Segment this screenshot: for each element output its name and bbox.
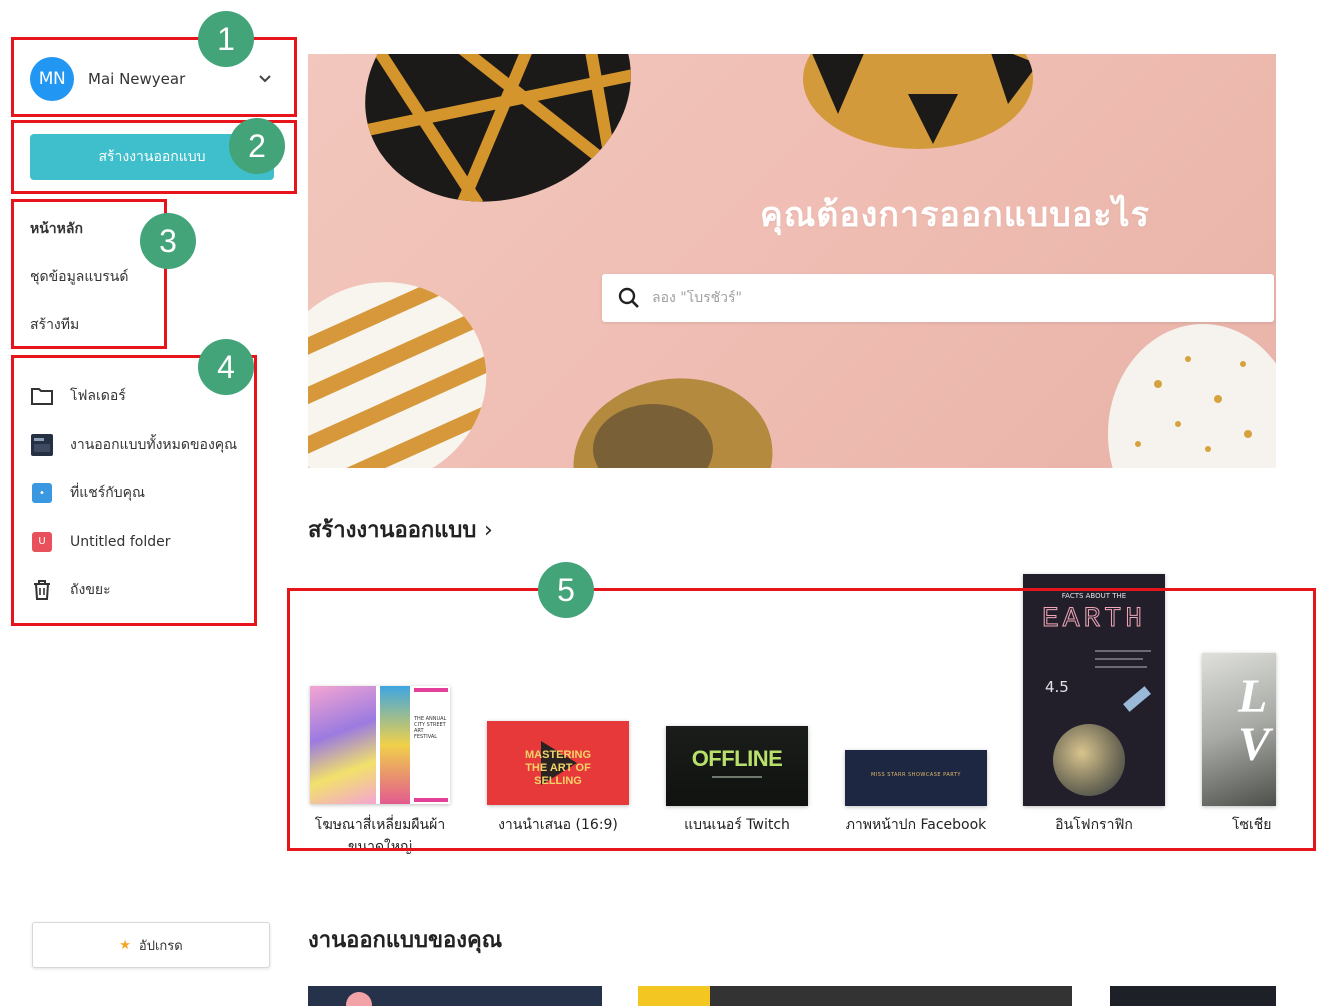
chevron-down-icon[interactable] [256,69,274,87]
folder-item-trash[interactable]: ถังขยะ [30,566,255,615]
nav-create-team[interactable]: สร้างทีม [30,301,128,349]
easter-eggs-illustration [308,54,1276,468]
template-label: งานนำเสนอ (16:9) [498,817,618,833]
my-designs-title: งานออกแบบของคุณ [308,928,503,953]
shared-icon: • [30,481,54,505]
main-nav: หน้าหลัก ชุดข้อมูลแบรนด์ สร้างทีม [30,205,128,349]
template-thumbnail: THE ANNUAL CITY STREET ART FESTIVAL [310,686,450,804]
template-label: อินโฟกราฟิก [1055,817,1133,833]
template-search[interactable] [602,274,1274,322]
template-label: ภาพหน้าปก Facebook [845,817,987,833]
folder-item-label: งานออกแบบทั้งหมดของคุณ [70,436,238,453]
hero-title: คุณต้องการออกแบบอะไร [760,195,1150,235]
hero-banner: คุณต้องการออกแบบอะไร [308,54,1276,468]
template-thumbnail: MASTERING THE ART OF SELLING [487,721,629,805]
annotation-badge-4: 4 [198,339,254,395]
designs-icon [30,433,54,457]
folder-icon [30,384,54,408]
design-card[interactable] [1110,986,1276,1006]
star-icon: ★ [119,937,131,953]
annotation-badge-1: 1 [198,11,254,67]
design-card[interactable] [308,986,602,1006]
template-label: แบนเนอร์ Twitch [684,817,790,833]
annotation-badge-5: 5 [538,562,594,618]
create-design-title: สร้างงานออกแบบ [308,518,477,543]
template-thumbnail: MISS STARR SHOWCASE PARTY [845,750,987,806]
folder-item-all-designs[interactable]: งานออกแบบทั้งหมดของคุณ [30,421,255,470]
create-design-heading[interactable]: สร้างงานออกแบบ › [308,512,493,547]
upgrade-button[interactable]: ★ อัปเกรด [32,922,270,968]
nav-home[interactable]: หน้าหลัก [30,205,128,253]
folder-item-shared[interactable]: • ที่แชร์กับคุณ [30,469,255,518]
folder-item-untitled[interactable]: U Untitled folder [30,518,255,567]
template-thumbnail: LV [1202,653,1276,806]
annotation-badge-3: 3 [140,213,196,269]
user-name: Mai Newyear [88,70,186,88]
folder-item-label: ถังขยะ [70,582,111,599]
design-card[interactable] [638,986,1072,1006]
template-thumbnail: FACTS ABOUT THE EARTH 4.5 [1023,574,1165,806]
chevron-right-icon: › [484,518,493,543]
annotation-badge-2: 2 [229,118,285,174]
upgrade-label: อัปเกรด [138,938,183,954]
folder-item-label: Untitled folder [70,533,171,550]
untitled-folder-icon: U [30,530,54,554]
folder-nav: โฟลเดอร์ งานออกแบบทั้งหมดของคุณ • ที่แชร… [30,372,255,615]
trash-icon [30,578,54,602]
folder-item-label: โฟลเดอร์ [70,388,126,405]
nav-brand-kit[interactable]: ชุดข้อมูลแบรนด์ [30,253,128,301]
account-menu[interactable]: MN Mai Newyear [30,55,280,103]
search-icon [618,287,639,308]
search-input[interactable] [652,290,1212,306]
template-label: โซเชีย [1232,817,1272,833]
template-thumbnail: OFFLINE [666,726,808,806]
avatar: MN [30,57,74,101]
folder-item-label: ที่แชร์กับคุณ [70,485,145,502]
template-label: โฆษณาสี่เหลี่ยมผืนผ้า ขนาดใหญ่ [314,817,446,855]
